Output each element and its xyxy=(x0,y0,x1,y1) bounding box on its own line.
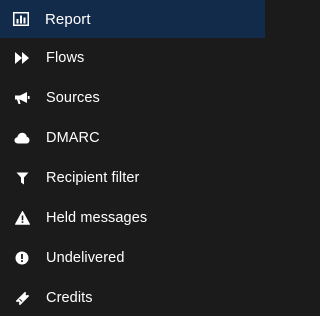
filter-icon xyxy=(13,169,31,187)
bar-chart-icon xyxy=(12,10,30,28)
sidebar-item-undelivered[interactable]: Undelivered xyxy=(0,238,265,278)
sidebar-item-label: Sources xyxy=(46,90,100,106)
sidebar-nav: Report Flows Sources DMARC Recipient fil… xyxy=(0,0,265,316)
sidebar-item-flows[interactable]: Flows xyxy=(0,38,265,78)
sidebar-item-label: Held messages xyxy=(46,210,148,226)
megaphone-icon xyxy=(13,89,31,107)
warning-icon xyxy=(13,209,31,227)
sidebar-item-label: DMARC xyxy=(46,130,100,146)
sidebar-item-recipient-filter[interactable]: Recipient filter xyxy=(0,158,265,198)
sidebar-item-label: Flows xyxy=(46,50,85,66)
sidebar-item-label: Credits xyxy=(46,290,93,306)
sidebar-item-credits[interactable]: Credits xyxy=(0,278,265,316)
sidebar-item-label: Recipient filter xyxy=(46,170,140,186)
exclamation-circle-icon xyxy=(13,249,31,267)
ticket-icon xyxy=(13,289,31,307)
cloud-icon xyxy=(13,129,31,147)
sidebar-item-report[interactable]: Report xyxy=(0,0,265,38)
sidebar-item-held-messages[interactable]: Held messages xyxy=(0,198,265,238)
sidebar-item-label: Undelivered xyxy=(46,250,125,266)
sidebar-item-sources[interactable]: Sources xyxy=(0,78,265,118)
fast-forward-icon xyxy=(13,49,31,67)
sidebar-item-label: Report xyxy=(45,10,91,28)
sidebar-item-dmarc[interactable]: DMARC xyxy=(0,118,265,158)
